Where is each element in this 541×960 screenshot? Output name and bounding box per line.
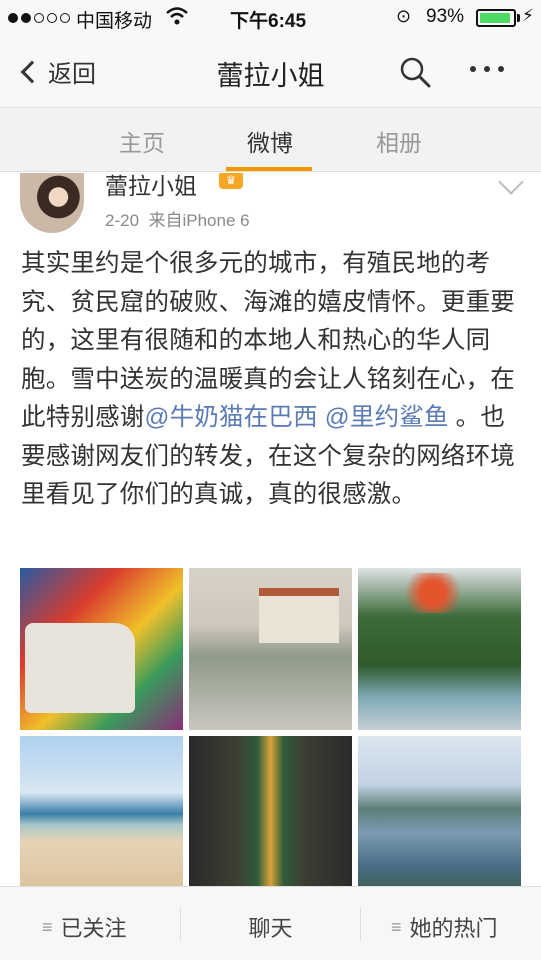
chevron-down-icon[interactable] <box>498 173 524 195</box>
tab-home[interactable]: 主页 <box>92 124 192 158</box>
her-hot-label: 她的热门 <box>409 916 498 941</box>
post-source: 来自iPhone 6 <box>148 211 250 230</box>
photo-thumbnail[interactable] <box>358 736 521 886</box>
nav-bar: 返回 蕾拉小姐 <box>0 36 541 108</box>
active-tab-indicator <box>226 167 312 171</box>
battery-icon <box>476 9 516 27</box>
battery-percent: 93% <box>426 6 465 27</box>
divider <box>360 907 361 941</box>
photo-thumbnail[interactable] <box>189 568 352 730</box>
vip-crown-icon: ♛ <box>219 173 243 189</box>
search-icon[interactable] <box>399 56 431 88</box>
status-time: 下午6:45 <box>230 11 307 32</box>
photo-thumbnail[interactable] <box>189 736 352 886</box>
mention-link[interactable]: @里约鲨鱼 <box>325 404 449 431</box>
battery-fill <box>480 13 510 23</box>
list-icon: ≡ <box>391 916 402 937</box>
signal-strength-icon <box>8 10 70 26</box>
carrier-name: 中国移动 <box>76 11 153 32</box>
photo-thumbnail[interactable] <box>20 736 183 886</box>
tab-album[interactable]: 相册 <box>349 124 449 158</box>
weibo-post[interactable]: 蕾拉小姐 ♛ 2-20 来自iPhone 6 其实里约是个很多元的城市，有殖民地… <box>0 173 541 886</box>
avatar[interactable] <box>20 173 84 233</box>
profile-tabs: 主页 微博 相册 <box>0 108 541 172</box>
battery-tip <box>517 14 520 22</box>
charging-icon: ⚡ <box>522 6 534 25</box>
mention-link[interactable]: @牛奶猫在巴西 <box>145 404 318 431</box>
author-name[interactable]: 蕾拉小姐 <box>105 173 197 201</box>
tab-weibo[interactable]: 微博 <box>220 124 320 158</box>
post-date: 2-20 <box>105 211 140 230</box>
bottom-toolbar: ≡ 已关注 聊天 ≡ 她的热门 <box>0 886 541 960</box>
more-icon[interactable] <box>470 66 504 72</box>
photo-thumbnail[interactable] <box>358 568 521 730</box>
status-bar: 中国移动 下午6:45 ⊙ 93% ⚡ <box>0 0 541 36</box>
page-title: 蕾拉小姐 <box>216 61 325 91</box>
her-hot-button[interactable]: ≡ 她的热门 <box>391 911 498 943</box>
wifi-icon <box>166 6 188 32</box>
post-text: 其实里约是个很多元的城市，有殖民地的考究、贫民窟的破败、海滩的嬉皮情怀。更重要的… <box>21 245 521 515</box>
photo-grid <box>20 568 521 886</box>
chat-label: 聊天 <box>248 916 293 941</box>
photo-thumbnail[interactable] <box>20 568 183 730</box>
rotation-lock-icon: ⊙ <box>396 6 412 26</box>
post-meta: 2-20 来自iPhone 6 <box>105 206 250 231</box>
